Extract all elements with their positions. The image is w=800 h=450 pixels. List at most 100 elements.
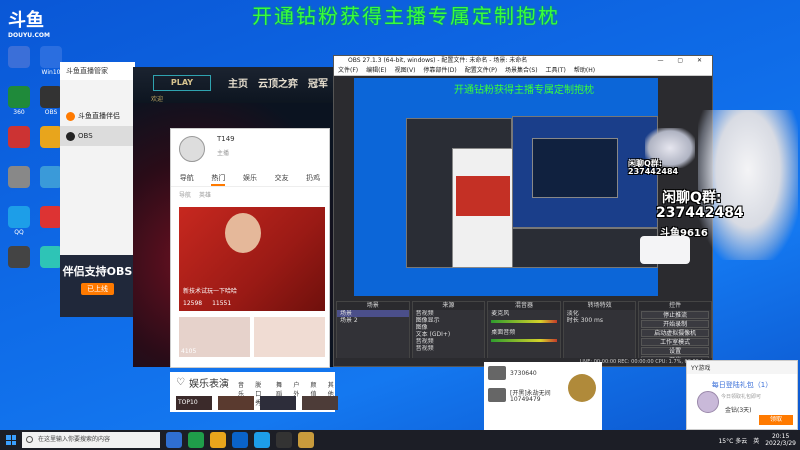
taskbar-search[interactable]: 在这里输入你要搜索的内容 (22, 432, 160, 448)
desktop-icon-label: QQ (14, 229, 24, 236)
subtab-nav[interactable]: 导航 (179, 190, 191, 199)
app-icon (8, 126, 30, 148)
transition-duration[interactable]: 时长 300 ms (564, 317, 636, 324)
ent-card[interactable]: TOP10 (176, 396, 212, 410)
app-icon (40, 166, 62, 188)
scenes-dock: 场景 场景 场景 2 (336, 301, 410, 365)
source-item[interactable]: 音视频 (413, 338, 485, 345)
chat-bubble (640, 236, 690, 264)
claim-button[interactable]: 领取 (759, 415, 793, 425)
weather[interactable]: 15°C 多云 (718, 436, 747, 445)
anime-sticker (698, 110, 798, 260)
manager-item-companion[interactable]: 斗鱼直播伴侣 (60, 106, 135, 126)
lol-tab-tft[interactable]: 云顶之弈 (258, 75, 298, 90)
source-item[interactable]: 音视频 (413, 345, 485, 352)
settings-button[interactable]: 设置 (641, 347, 709, 355)
virtual-camera-button[interactable]: 启动虚拟摄像机 (641, 329, 709, 337)
tab-hot[interactable]: 热门 (211, 173, 226, 186)
list-thumb[interactable] (488, 366, 506, 380)
menu-docks[interactable]: 停靠部件(D) (423, 66, 456, 75)
desktop-icon[interactable] (4, 126, 34, 149)
app-icon (40, 46, 62, 68)
desktop-icon[interactable] (4, 46, 34, 69)
obs-taskbar-icon[interactable] (276, 432, 292, 448)
douyu-list: 3730640 [开黑]永劫无间 10749479 (484, 362, 602, 430)
lol-tabs: 主页 云顶之弈 冠军 (228, 75, 328, 90)
start-recording-button[interactable]: 开始录制 (641, 320, 709, 328)
start-button[interactable] (0, 430, 22, 450)
ent-card[interactable] (218, 396, 254, 410)
notification-sub: 今日领取礼包即可 (721, 394, 762, 400)
task-view-icon[interactable] (166, 432, 182, 448)
menu-edit[interactable]: 编辑(E) (366, 66, 386, 75)
promo-button[interactable]: 已上线 (81, 283, 114, 295)
featured-video[interactable]: 新技术试玩一下哈哈 12598 11551 (179, 207, 325, 311)
thumb-1[interactable]: 4105 (179, 317, 250, 357)
lol-subtab[interactable]: 欢迎 (151, 94, 163, 103)
lol-taskbar-icon[interactable] (298, 432, 314, 448)
taskbar: 在这里输入你要搜索的内容 15°C 多云 英 20:15 2022/3/29 (0, 430, 800, 450)
tab-social[interactable]: 交友 (275, 173, 289, 186)
avatar[interactable] (179, 136, 205, 162)
controls-dock: 控件 停止推流 开始录制 启动虚拟摄像机 工作室模式 设置 退出 (638, 301, 712, 365)
stop-streaming-button[interactable]: 停止推流 (641, 311, 709, 319)
desktop-icon[interactable]: 360 (4, 86, 34, 116)
desktop-icon[interactable] (4, 166, 34, 189)
source-item[interactable]: 音视频 (413, 310, 485, 317)
mixer-channel: 桌面音频 (491, 329, 516, 336)
search-placeholder: 在这里输入你要搜索的内容 (38, 436, 111, 443)
tab-pubg[interactable]: 扔鸡 (306, 173, 320, 186)
source-item[interactable]: 图像显示 (413, 317, 485, 324)
video-views: 12598 (183, 300, 203, 307)
menu-profile[interactable]: 配置文件(P) (465, 66, 497, 75)
menu-help[interactable]: 帮助(H) (574, 66, 595, 75)
sources-dock: 来源 音视频 图像显示 图像 文本 (GDI+) 音视频 音视频 (411, 301, 486, 365)
transition-select[interactable]: 淡化 (564, 310, 636, 317)
lol-tab-home[interactable]: 主页 (228, 75, 248, 90)
ent-card[interactable] (260, 396, 296, 410)
scene-item[interactable]: 场景 2 (337, 317, 409, 324)
list-thumb[interactable] (488, 388, 506, 402)
menu-tools[interactable]: 工具(T) (546, 66, 566, 75)
source-item[interactable]: 文本 (GDI+) (413, 331, 485, 338)
play-button[interactable]: PLAY (153, 75, 211, 91)
desktop-icon[interactable] (4, 246, 34, 269)
gift-avatar (697, 391, 719, 413)
obs-preview[interactable]: 开通钻粉获得主播专属定制抱枕 (354, 78, 658, 296)
lol-tab-champions[interactable]: 冠军 (308, 75, 328, 90)
input-language[interactable]: 英 (753, 436, 759, 445)
store-icon[interactable] (232, 432, 248, 448)
source-item[interactable]: 图像 (413, 324, 485, 331)
qq-icon[interactable] (254, 432, 270, 448)
menu-scene-collection[interactable]: 场景集合(S) (505, 66, 538, 75)
tab-ent[interactable]: 娱乐 (243, 173, 257, 186)
preview-video (456, 176, 510, 216)
menu-view[interactable]: 视图(V) (395, 66, 416, 75)
promo-title: 伴侣支持OBS (62, 265, 133, 278)
scene-item[interactable]: 场景 (337, 310, 409, 317)
obs-menubar: 文件(F) 编辑(E) 视图(V) 停靠部件(D) 配置文件(P) 场景集合(S… (334, 66, 712, 76)
ent-card[interactable] (302, 396, 338, 410)
tab-nav[interactable]: 导航 (180, 173, 194, 186)
clock[interactable]: 20:15 2022/3/29 (765, 433, 796, 447)
dock-header: 场景 (337, 302, 409, 310)
streamer-sub: 主播 (217, 150, 230, 157)
window-controls[interactable]: — ▢ ✕ (657, 56, 708, 66)
desktop-audio-meter[interactable] (491, 339, 557, 342)
thumb-2[interactable] (254, 317, 325, 357)
desktop-icon[interactable]: QQ (4, 206, 34, 236)
streamer-card: T149 主播 导航 热门 娱乐 交友 扔鸡 导航 英雄 新技术试玩一下哈哈 1… (170, 128, 330, 368)
edge-icon[interactable] (188, 432, 204, 448)
manager-item-obs[interactable]: OBS (60, 126, 135, 146)
preview-docks (512, 228, 658, 268)
badge-icon (568, 374, 596, 402)
mic-meter[interactable] (491, 320, 557, 323)
menu-file[interactable]: 文件(F) (338, 66, 358, 75)
companion-icon (66, 111, 75, 121)
manager-item-label: OBS (78, 132, 93, 140)
yy-notification: YY游戏 每日登陆礼包（1） 今日领取礼包即可 金钻(3天) 领取 (686, 360, 798, 430)
subtab-hero[interactable]: 英雄 (199, 190, 211, 199)
studio-mode-button[interactable]: 工作室模式 (641, 338, 709, 346)
app-icon (8, 166, 30, 188)
explorer-icon[interactable] (210, 432, 226, 448)
